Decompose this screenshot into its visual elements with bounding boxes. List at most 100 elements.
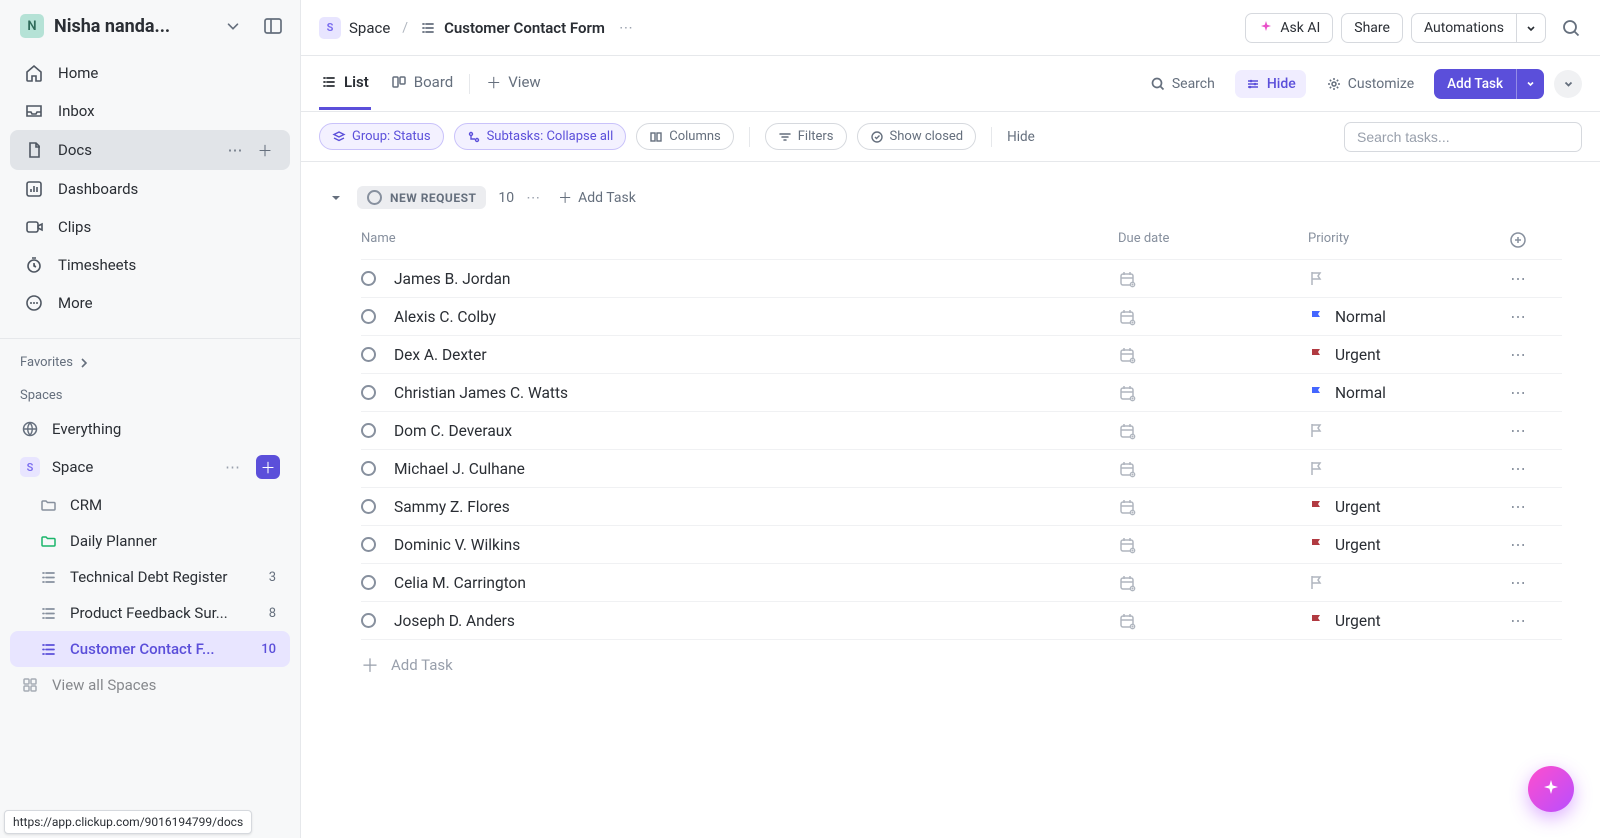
col-due[interactable]: Due date (1118, 231, 1308, 249)
tree-everything[interactable]: Everything (10, 411, 290, 447)
task-row-more[interactable]: ⋯ (1498, 498, 1538, 516)
col-name[interactable]: Name (361, 231, 1118, 249)
task-name[interactable]: Sammy Z. Flores (394, 498, 1118, 516)
task-name[interactable]: Celia M. Carrington (394, 574, 1118, 592)
pill-group[interactable]: Group: Status (319, 123, 444, 150)
tab-board[interactable]: Board (389, 73, 455, 110)
task-status-icon[interactable] (361, 309, 376, 324)
task-due-cell[interactable] (1118, 308, 1308, 326)
sidebar-list-item[interactable]: CRM (10, 487, 290, 523)
table-row[interactable]: Sammy Z. Flores Urgent ⋯ (361, 488, 1562, 526)
task-status-icon[interactable] (361, 461, 376, 476)
table-row[interactable]: Celia M. Carrington ⋯ (361, 564, 1562, 602)
nav-docs[interactable]: Docs⋯＋ (10, 130, 290, 170)
automations-dropdown[interactable] (1516, 13, 1546, 43)
task-name[interactable]: James B. Jordan (394, 270, 1118, 288)
collapse-icon[interactable] (327, 189, 345, 207)
nav-dashboards[interactable]: Dashboards (10, 170, 290, 208)
automations-button[interactable]: Automations (1411, 13, 1516, 43)
col-priority[interactable]: Priority (1308, 231, 1498, 249)
task-search-wrap[interactable] (1344, 122, 1582, 152)
task-due-cell[interactable] (1118, 384, 1308, 402)
task-status-icon[interactable] (361, 271, 376, 286)
task-priority-cell[interactable] (1308, 422, 1498, 439)
task-due-cell[interactable] (1118, 574, 1308, 592)
pill-show-closed[interactable]: Show closed (857, 123, 977, 150)
task-priority-cell[interactable] (1308, 460, 1498, 477)
task-name[interactable]: Michael J. Culhane (394, 460, 1118, 478)
task-due-cell[interactable] (1118, 270, 1308, 288)
tree-space[interactable]: SSpace⋯＋ (10, 447, 290, 487)
add-task-row[interactable]: ＋ Add Task (361, 640, 1562, 690)
search-input[interactable] (1357, 129, 1569, 145)
task-due-cell[interactable] (1118, 536, 1308, 554)
task-priority-cell[interactable]: Normal (1308, 308, 1498, 326)
task-due-cell[interactable] (1118, 612, 1308, 630)
task-priority-cell[interactable] (1308, 574, 1498, 591)
task-status-icon[interactable] (361, 385, 376, 400)
viewbar-customize[interactable]: Customize (1316, 70, 1424, 98)
group-add-task[interactable]: ＋Add Task (558, 188, 636, 208)
table-row[interactable]: James B. Jordan ⋯ (361, 260, 1562, 298)
add-task-button[interactable]: Add Task (1434, 69, 1544, 99)
task-row-more[interactable]: ⋯ (1498, 422, 1538, 440)
pill-subtasks[interactable]: Subtasks: Collapse all (454, 123, 627, 150)
table-row[interactable]: Dex A. Dexter Urgent ⋯ (361, 336, 1562, 374)
table-row[interactable]: Michael J. Culhane ⋯ (361, 450, 1562, 488)
col-add[interactable] (1498, 231, 1538, 249)
ask-ai-button[interactable]: Ask AI (1245, 13, 1333, 43)
task-row-more[interactable]: ⋯ (1498, 574, 1538, 592)
panel-toggle-icon[interactable] (262, 15, 284, 37)
nav-clips[interactable]: Clips (10, 208, 290, 246)
task-due-cell[interactable] (1118, 460, 1308, 478)
pill-filters[interactable]: Filters (765, 123, 847, 150)
task-row-more[interactable]: ⋯ (1498, 346, 1538, 364)
task-status-icon[interactable] (361, 613, 376, 628)
task-name[interactable]: Alexis C. Colby (394, 308, 1118, 326)
sidebar-list-item[interactable]: Product Feedback Sur...8 (10, 595, 290, 631)
sidebar-list-item[interactable]: Customer Contact F...10 (10, 631, 290, 667)
filterbar-hide[interactable]: Hide (1007, 129, 1035, 145)
task-due-cell[interactable] (1118, 498, 1308, 516)
sidebar-list-item[interactable]: Technical Debt Register3 (10, 559, 290, 595)
tree-view-all[interactable]: View all Spaces (10, 667, 290, 703)
pill-columns[interactable]: Columns (636, 123, 734, 150)
task-priority-cell[interactable]: Urgent (1308, 346, 1498, 364)
task-priority-cell[interactable]: Urgent (1308, 498, 1498, 516)
tab-add-view[interactable]: ＋View (484, 72, 542, 112)
table-row[interactable]: Dom C. Deveraux ⋯ (361, 412, 1562, 450)
task-name[interactable]: Christian James C. Watts (394, 384, 1118, 402)
add-task-dropdown[interactable] (1516, 69, 1544, 99)
task-row-more[interactable]: ⋯ (1498, 270, 1538, 288)
task-status-icon[interactable] (361, 347, 376, 362)
viewbar-hide[interactable]: Hide (1235, 70, 1306, 98)
task-status-icon[interactable] (361, 423, 376, 438)
breadcrumb-space[interactable]: Space (349, 19, 390, 37)
space-add-button[interactable]: ＋ (256, 455, 280, 479)
search-icon[interactable] (1560, 17, 1582, 39)
breadcrumb-more-icon[interactable]: ⋯ (619, 20, 633, 36)
favorites-header[interactable]: Favorites (0, 345, 300, 378)
tab-list[interactable]: List (319, 73, 371, 110)
task-priority-cell[interactable]: Urgent (1308, 536, 1498, 554)
task-priority-cell[interactable]: Normal (1308, 384, 1498, 402)
task-name[interactable]: Dom C. Deveraux (394, 422, 1118, 440)
task-due-cell[interactable] (1118, 346, 1308, 364)
task-row-more[interactable]: ⋯ (1498, 384, 1538, 402)
ai-fab-button[interactable] (1528, 766, 1574, 812)
group-status-pill[interactable]: NEW REQUEST (357, 186, 486, 209)
sidebar-list-item[interactable]: Daily Planner (10, 523, 290, 559)
group-more-icon[interactable]: ⋯ (526, 190, 540, 206)
docs-add-icon[interactable]: ＋ (254, 139, 276, 161)
task-status-icon[interactable] (361, 499, 376, 514)
task-priority-cell[interactable] (1308, 270, 1498, 287)
docs-more-icon[interactable]: ⋯ (224, 139, 246, 161)
task-due-cell[interactable] (1118, 422, 1308, 440)
nav-inbox[interactable]: Inbox (10, 92, 290, 130)
task-row-more[interactable]: ⋯ (1498, 612, 1538, 630)
table-row[interactable]: Joseph D. Anders Urgent ⋯ (361, 602, 1562, 640)
table-row[interactable]: Christian James C. Watts Normal ⋯ (361, 374, 1562, 412)
table-row[interactable]: Alexis C. Colby Normal ⋯ (361, 298, 1562, 336)
task-row-more[interactable]: ⋯ (1498, 536, 1538, 554)
viewbar-more[interactable] (1554, 70, 1582, 98)
